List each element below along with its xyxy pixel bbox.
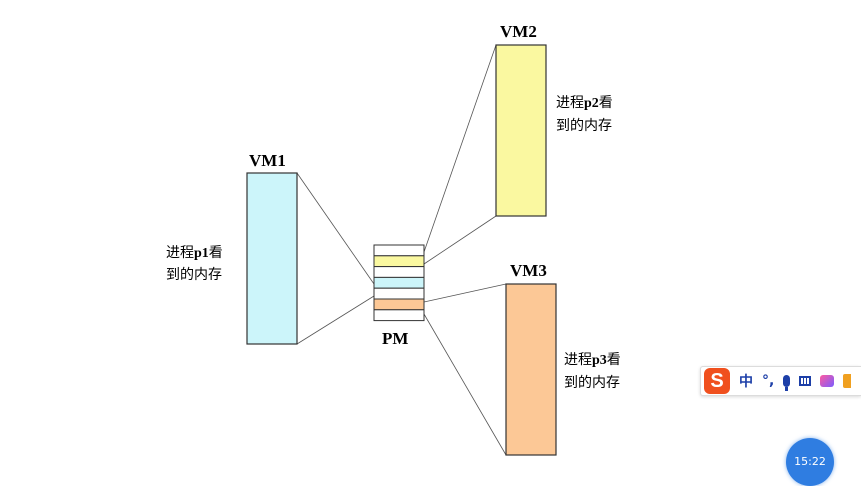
vm2-caption-line2: 到的内存	[556, 118, 612, 134]
vm3-to-pm-bottom-line	[423, 313, 507, 456]
clock-time: 15:22	[794, 455, 826, 468]
vm1-caption-process: p1	[194, 246, 209, 261]
chinese-mode-toggle[interactable]: 中	[739, 371, 753, 391]
mic-icon[interactable]	[783, 375, 791, 391]
vm1-block	[246, 172, 298, 345]
sogou-logo-icon[interactable]: S	[704, 368, 730, 394]
vm2-caption-line1: 进程p2看	[556, 95, 613, 111]
vm3-caption-process: p3	[592, 353, 607, 368]
vm2-to-pm-bottom-line	[423, 215, 497, 265]
vm1-title: VM1	[249, 151, 286, 170]
pm-segment	[373, 255, 425, 268]
pm-segment	[373, 298, 425, 311]
vm2-caption-prefix: 进程	[556, 95, 584, 111]
vm3-caption-line1: 进程p3看	[564, 352, 621, 368]
vm3-title: VM3	[510, 261, 547, 280]
pm-title: PM	[382, 329, 408, 348]
pm-segment	[373, 287, 425, 300]
vm1-caption-line2: 到的内存	[166, 267, 222, 283]
vm3-caption-line2: 到的内存	[564, 375, 620, 391]
pm-block	[373, 244, 425, 322]
ime-toolbar[interactable]: S 中 °,	[700, 366, 861, 396]
keyboard-icon[interactable]	[799, 376, 812, 386]
vm1-caption-prefix: 进程	[166, 245, 194, 261]
vm1-caption-line1: 进程p1看	[166, 245, 223, 261]
pm-segment	[373, 266, 425, 278]
pm-segment	[373, 244, 425, 257]
vm1-to-pm-bottom-line	[296, 295, 375, 345]
vm2-caption-suffix: 看	[599, 95, 613, 111]
vm2-title: VM2	[500, 22, 537, 41]
vm2-caption-process: p2	[584, 96, 599, 111]
vm1-caption-suffix: 看	[209, 245, 223, 261]
vm2-block	[495, 44, 547, 217]
pm-segment	[373, 276, 425, 289]
vm3-caption-suffix: 看	[607, 352, 621, 368]
vm3-block	[505, 283, 557, 456]
vm1-to-pm-top-line	[296, 172, 375, 285]
skin-icon[interactable]	[820, 375, 835, 387]
vm2-to-pm-top-line	[423, 44, 497, 253]
pm-segment	[373, 309, 425, 322]
more-icon[interactable]	[843, 374, 852, 388]
vm3-to-pm-top-line	[423, 283, 507, 303]
vm3-caption-prefix: 进程	[564, 352, 592, 368]
clock-bubble[interactable]: 15:22	[786, 438, 834, 486]
punctuation-toggle[interactable]: °,	[762, 373, 774, 389]
